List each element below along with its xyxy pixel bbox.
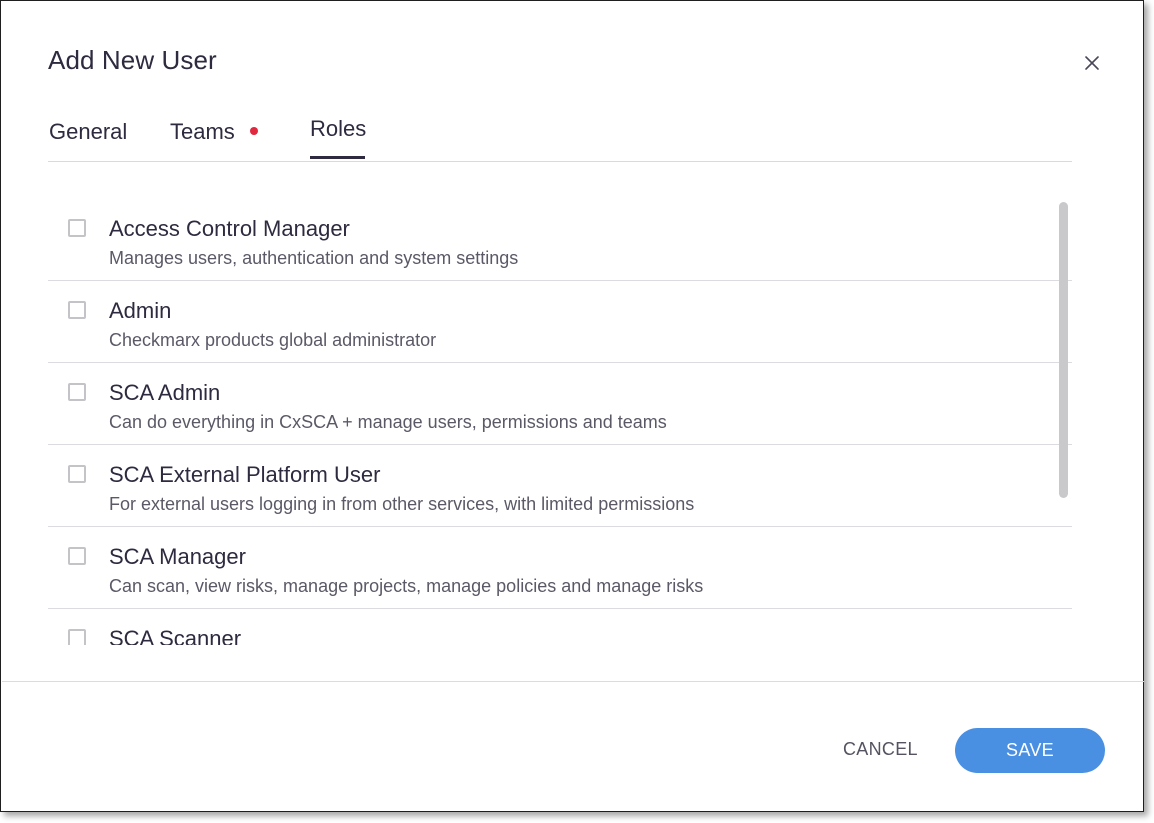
roles-list[interactable]: Access Control Manager Manages users, au… [48,199,1072,645]
teams-alert-dot [250,127,258,135]
role-checkbox[interactable] [68,629,86,645]
role-name: SCA Scanner [109,626,242,645]
role-checkbox[interactable] [68,383,86,401]
add-user-dialog: Add New User General Teams Roles Access … [0,0,1144,812]
role-checkbox[interactable] [68,547,86,565]
role-name: Admin [109,298,172,323]
role-name: Access Control Manager [109,216,350,241]
role-description: For external users logging in from other… [109,494,695,514]
role-item-access-control-manager[interactable]: Access Control Manager Manages users, au… [48,199,1072,281]
tab-roles[interactable]: Roles [310,116,366,142]
role-checkbox[interactable] [68,301,86,319]
tab-general[interactable]: General [49,119,127,145]
dialog-title: Add New User [48,45,217,75]
role-item-sca-external-platform-user[interactable]: SCA External Platform User For external … [48,445,1072,527]
role-item-sca-admin[interactable]: SCA Admin Can do everything in CxSCA + m… [48,363,1072,445]
role-description: Checkmarx products global administrator [109,330,437,350]
active-tab-indicator [310,156,365,159]
role-description: Can do everything in CxSCA + manage user… [109,412,667,432]
list-scrollbar[interactable] [1059,202,1068,498]
save-button[interactable]: SAVE [955,728,1105,773]
close-icon[interactable] [1081,52,1103,74]
role-checkbox[interactable] [68,465,86,483]
role-item-admin[interactable]: Admin Checkmarx products global administ… [48,281,1072,363]
cancel-button[interactable]: CANCEL [843,739,918,760]
role-item-sca-scanner[interactable]: SCA Scanner [48,609,1072,645]
tab-teams[interactable]: Teams [170,119,235,145]
role-name: SCA External Platform User [109,462,381,487]
role-name: SCA Admin [109,380,221,405]
role-item-sca-manager[interactable]: SCA Manager Can scan, view risks, manage… [48,527,1072,609]
role-description: Manages users, authentication and system… [109,248,519,268]
role-checkbox[interactable] [68,219,86,237]
role-description: Can scan, view risks, manage projects, m… [109,576,704,596]
role-name: SCA Manager [109,544,246,569]
footer-divider [2,681,1144,682]
tab-bar: General Teams Roles [48,107,1072,162]
